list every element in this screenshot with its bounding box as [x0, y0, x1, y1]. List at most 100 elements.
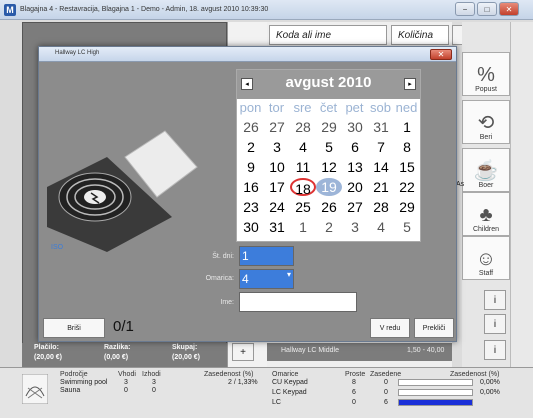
calendar-day[interactable]: 21: [368, 178, 394, 196]
calendar-day[interactable]: 27: [264, 118, 290, 136]
calendar-day[interactable]: 7: [368, 138, 394, 156]
code-search-field[interactable]: Koda ali ime: [269, 25, 387, 45]
col-used-header: Zasedene: [370, 371, 402, 378]
calendar-header: ◂ avgust 2010 ▸: [237, 70, 420, 99]
locker-free: 6: [352, 389, 356, 396]
info-button-1[interactable]: i: [484, 290, 506, 310]
calendar-day[interactable]: 17: [264, 178, 290, 196]
total-value: (20,00 €): [172, 354, 201, 361]
beer-icon: ☕: [473, 160, 499, 182]
weekday-label: pet: [345, 100, 364, 115]
next-month-button[interactable]: ▸: [404, 78, 416, 90]
calendar-day[interactable]: 20: [342, 178, 368, 196]
days-label: Št. dni:: [212, 253, 234, 260]
children-button[interactable]: ♣ Children: [462, 192, 510, 236]
calendar-day[interactable]: 23: [238, 198, 264, 216]
locker-label: Omarica:: [205, 275, 234, 282]
calendar-day[interactable]: 31: [264, 218, 290, 236]
delete-button[interactable]: Briši: [43, 318, 105, 338]
calendar-day[interactable]: 1: [394, 118, 420, 136]
dialog-close-button[interactable]: ✕: [430, 49, 452, 60]
info-button-2[interactable]: i: [484, 314, 506, 334]
children-label: Children: [472, 226, 500, 233]
calendar-day[interactable]: 31: [368, 118, 394, 136]
calendar-day[interactable]: 9: [238, 158, 264, 176]
totals-bar: Plačilo: (20,00 €) Razlika: (0,00 €) Sku…: [22, 343, 227, 367]
weekday-label: ned: [395, 100, 418, 115]
minimize-button[interactable]: −: [455, 2, 475, 16]
order-row-value: 1,50 - 40,00: [407, 347, 445, 354]
days-input[interactable]: 1: [239, 246, 294, 266]
calendar-day[interactable]: 26: [316, 198, 342, 216]
calendar-day[interactable]: 1: [290, 218, 316, 236]
calendar-day[interactable]: 29: [316, 118, 342, 136]
calendar-day[interactable]: 28: [290, 118, 316, 136]
calendar-day[interactable]: 14: [368, 158, 394, 176]
calendar-day[interactable]: 27: [342, 198, 368, 216]
calendar-day[interactable]: 5: [316, 138, 342, 156]
calendar-day[interactable]: 18: [290, 178, 316, 197]
difference-label: Razlika:: [104, 344, 131, 351]
maximize-button[interactable]: □: [477, 2, 497, 16]
chevron-down-icon: ▾: [286, 270, 291, 279]
calendar-day[interactable]: 10: [264, 158, 290, 176]
discount-button[interactable]: % Popust: [462, 52, 510, 96]
col-area-header: Področje: [60, 371, 88, 378]
locker-occupancy: 0,00%: [480, 389, 500, 396]
area-occupancy: 2 / 1,33%: [228, 379, 258, 386]
area-in: 0: [124, 387, 128, 394]
calendar-day[interactable]: 25: [290, 198, 316, 216]
area-name: Sauna: [60, 387, 81, 394]
calendar-day[interactable]: 2: [316, 218, 342, 236]
calendar-day[interactable]: 24: [264, 198, 290, 216]
calendar-day[interactable]: 12: [316, 158, 342, 176]
order-row[interactable]: Hallway LC Middle 1,50 - 40,00: [267, 343, 452, 361]
calendar-day[interactable]: 26: [238, 118, 264, 136]
calendar-day[interactable]: 29: [394, 198, 420, 216]
locker-name: LC Keypad: [272, 389, 307, 396]
dialog-title: Hallway LC High: [55, 50, 100, 56]
order-row-name: Hallway LC Middle: [281, 347, 339, 354]
calendar-day[interactable]: 6: [342, 138, 368, 156]
info-button-3[interactable]: i: [484, 340, 506, 360]
calendar-day[interactable]: 28: [368, 198, 394, 216]
calendar-day[interactable]: 4: [368, 218, 394, 236]
weekday-label: pon: [239, 100, 262, 115]
calendar-day[interactable]: 4: [290, 138, 316, 156]
children-icon: ♣: [479, 204, 493, 226]
quick-action-column: % Popust ⟲ Beri ☕ Boer ♣ Children ☺ Staf…: [462, 22, 510, 367]
network-logo-icon: [22, 374, 48, 404]
calendar-day[interactable]: 11: [290, 158, 316, 176]
col-locker-occupancy-header: Zasedenost (%): [450, 371, 500, 378]
calendar-day[interactable]: 30: [342, 118, 368, 136]
read-button[interactable]: ⟲ Beri: [462, 100, 510, 144]
col-lockers-header: Omarice: [272, 371, 299, 378]
locker-used: 0: [384, 389, 388, 396]
col-occupancy-header: Zasedenost (%): [204, 371, 254, 378]
calendar-day[interactable]: 8: [394, 138, 420, 156]
ok-button[interactable]: V redu: [370, 318, 410, 338]
order-add-button[interactable]: +: [232, 343, 254, 361]
weekday-label: sre: [293, 100, 312, 115]
name-input[interactable]: [239, 292, 357, 312]
cancel-button[interactable]: Prekliči: [414, 318, 454, 338]
col-out-header: Izhodi: [142, 371, 161, 378]
staff-button[interactable]: ☺ Staff: [462, 236, 510, 280]
calendar-day[interactable]: 19: [316, 178, 342, 196]
calendar-day[interactable]: 3: [264, 138, 290, 156]
calendar-day[interactable]: 3: [342, 218, 368, 236]
calendar-day[interactable]: 2: [238, 138, 264, 156]
quantity-field[interactable]: Količina: [391, 25, 449, 45]
calendar-day[interactable]: 30: [238, 218, 264, 236]
beer-button[interactable]: ☕ Boer: [462, 148, 510, 192]
calendar-day[interactable]: 16: [238, 178, 264, 196]
vertical-scrollbar[interactable]: [510, 22, 533, 367]
calendar-day[interactable]: 5: [394, 218, 420, 236]
calendar-day[interactable]: 15: [394, 158, 420, 176]
col-free-header: Proste: [345, 371, 366, 378]
calendar-day[interactable]: 22: [394, 178, 420, 196]
calendar-day[interactable]: 13: [342, 158, 368, 176]
close-button[interactable]: ✕: [499, 2, 519, 16]
locker-select[interactable]: 4 ▾: [239, 269, 294, 289]
prev-month-button[interactable]: ◂: [241, 78, 253, 90]
